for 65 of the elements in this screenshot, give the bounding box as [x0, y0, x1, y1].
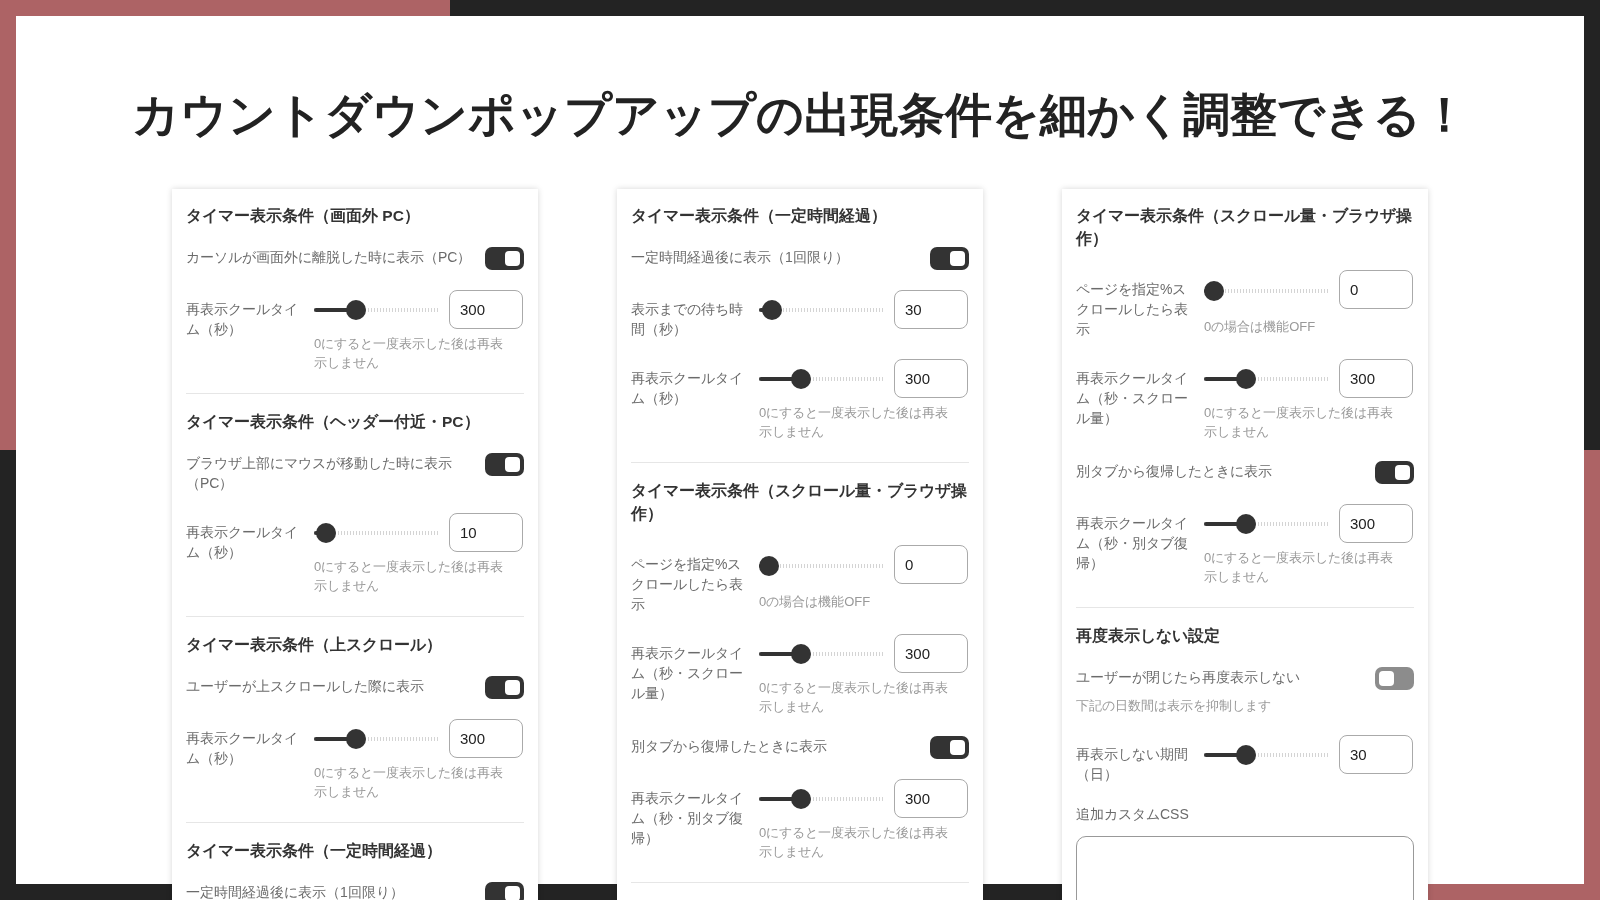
hint-text: 0の場合は機能OFF: [1204, 318, 1317, 336]
slider-thumb[interactable]: [790, 788, 811, 809]
slider-thumb[interactable]: [345, 299, 366, 320]
toggle-label: ユーザーが上スクロールした際に表示: [186, 677, 424, 696]
slider-thumb[interactable]: [790, 643, 811, 664]
toggle-label: 別タブから復帰したときに表示: [1076, 462, 1272, 481]
section-heading: タイマー表示条件（一定時間経過）: [631, 206, 888, 226]
slider-thumb[interactable]: [345, 728, 366, 749]
slider-label: 再表示クールタイム（秒・別タブ復帰）: [1076, 514, 1189, 573]
number-input[interactable]: 0: [894, 545, 968, 584]
toggle-switch[interactable]: [930, 736, 969, 759]
slider-thumb[interactable]: [1235, 368, 1256, 389]
slider-label: ページを指定%スクロールしたら表示: [631, 555, 744, 614]
number-input[interactable]: 300: [1339, 504, 1413, 543]
slider-label: 表示までの待ち時間（秒）: [631, 300, 744, 339]
toggle-label: 一定時間経過後に表示（1回限り）: [186, 883, 404, 900]
number-input[interactable]: 300: [894, 634, 968, 673]
hint-text: 下記の日数間は表示を抑制します: [1076, 697, 1272, 715]
number-input[interactable]: 30: [1339, 735, 1413, 774]
section-heading: 再度表示しない設定: [1076, 626, 1221, 647]
section-heading: タイマー表示条件（スクロール量・ブラウザ操作）: [631, 481, 968, 524]
slider-thumb[interactable]: [1235, 513, 1256, 534]
toggle-switch[interactable]: [485, 882, 524, 900]
number-input[interactable]: 0: [1339, 270, 1413, 309]
slider-thumb[interactable]: [316, 522, 337, 543]
number-input[interactable]: 300: [894, 359, 968, 398]
toggle-switch[interactable]: [485, 453, 524, 476]
slider-thumb[interactable]: [762, 299, 783, 320]
slider-label: 再表示クールタイム（秒・別タブ復帰）: [631, 789, 744, 848]
slider-thumb[interactable]: [1204, 281, 1224, 301]
number-input[interactable]: 300: [894, 779, 968, 818]
section-heading: タイマー表示条件（上スクロール）: [186, 635, 443, 655]
number-input[interactable]: 300: [449, 290, 523, 329]
toggle-label: ブラウザ上部にマウスが移動した時に表示（PC）: [186, 454, 453, 493]
number-input[interactable]: 30: [894, 290, 968, 329]
number-input[interactable]: 300: [1339, 359, 1413, 398]
toggle-switch[interactable]: [485, 676, 524, 699]
toggle-switch[interactable]: [485, 247, 524, 270]
slider-label: ページを指定%スクロールしたら表示: [1076, 280, 1189, 339]
slider-label: 再表示クールタイム（秒）: [631, 369, 744, 408]
slider-thumb[interactable]: [1235, 744, 1256, 765]
page-title: カウントダウンポップアップの出現条件を細かく調整できる！: [131, 87, 1469, 143]
field-label: 追加カスタムCSS: [1076, 805, 1190, 824]
section-heading: タイマー表示条件（一定時間経過）: [186, 841, 443, 861]
section-heading: タイマー表示条件（ヘッダー付近・PC）: [186, 412, 481, 432]
slider-label: 再表示しない期間（日）: [1076, 745, 1189, 784]
number-input[interactable]: 10: [449, 513, 523, 552]
toggle-switch[interactable]: [1375, 667, 1414, 690]
toggle-label: 別タブから復帰したときに表示: [631, 737, 827, 756]
slider-label: 再表示クールタイム（秒・スクロール量）: [631, 644, 744, 703]
hint-text: 0の場合は機能OFF: [759, 593, 872, 611]
slider-thumb[interactable]: [790, 368, 811, 389]
slider-label: 再表示クールタイム（秒）: [186, 300, 299, 339]
section-heading: タイマー表示条件（画面外 PC）: [186, 206, 421, 226]
toggle-label: ユーザーが閉じたら再度表示しない: [1076, 668, 1300, 687]
slider-label: 再表示クールタイム（秒）: [186, 729, 299, 768]
toggle-label: カーソルが画面外に離脱した時に表示（PC）: [186, 248, 472, 267]
toggle-switch[interactable]: [1375, 461, 1414, 484]
toggle-label: 一定時間経過後に表示（1回限り）: [631, 248, 849, 267]
slider-thumb[interactable]: [759, 556, 779, 576]
section-heading: タイマー表示条件（スクロール量・ブラウザ操作）: [1076, 206, 1413, 249]
toggle-switch[interactable]: [930, 247, 969, 270]
slider-label: 再表示クールタイム（秒・スクロール量）: [1076, 369, 1189, 428]
slider-label: 再表示クールタイム（秒）: [186, 523, 299, 562]
number-input[interactable]: 300: [449, 719, 523, 758]
